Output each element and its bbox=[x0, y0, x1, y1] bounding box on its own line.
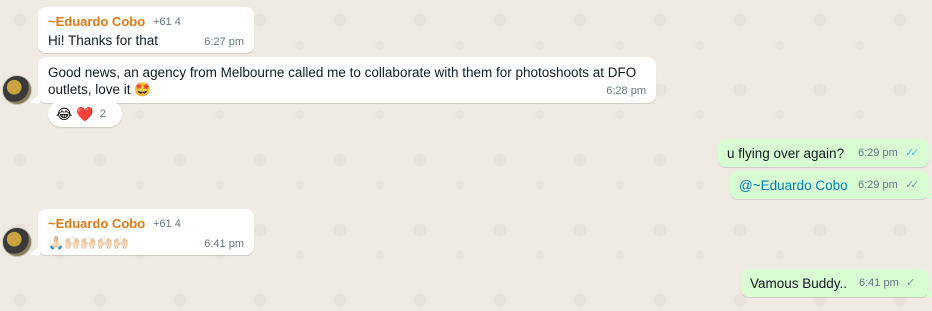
message-text: Hi! Thanks for that bbox=[48, 33, 159, 48]
outgoing-message[interactable]: @~Eduardo Cobo 6:29 pm ✓✓ bbox=[730, 171, 932, 199]
reaction-emojis: 😂 ❤️ bbox=[56, 105, 94, 122]
mention-link[interactable]: @~Eduardo Cobo bbox=[739, 176, 848, 195]
message-time: 6:41 pm bbox=[204, 238, 244, 250]
reaction-pill[interactable]: 😂 ❤️ 2 bbox=[48, 101, 122, 127]
bubble-tail bbox=[927, 189, 932, 199]
incoming-message[interactable]: Good news, an agency from Melbourne call… bbox=[30, 57, 656, 103]
message-text: u flying over again? bbox=[727, 146, 845, 161]
outgoing-message[interactable]: u flying over again? 6:29 pm ✓✓ bbox=[718, 139, 929, 167]
message-time: 6:28 pm bbox=[606, 85, 646, 97]
message-text: 🙏🏻🙌🏻🙌🏻🙌🏻🙌🏻 bbox=[48, 235, 129, 250]
message-time: 6:27 pm bbox=[204, 36, 244, 48]
incoming-message[interactable]: ~Eduardo Cobo +61 4 🙏🏻🙌🏻🙌🏻🙌🏻🙌🏻 6:41 pm bbox=[30, 209, 254, 255]
avatar[interactable] bbox=[2, 75, 32, 105]
read-ticks-icon: ✓✓ bbox=[905, 147, 920, 159]
bubble-tail bbox=[30, 93, 40, 103]
message-text: Vamous Buddy.. bbox=[750, 276, 848, 291]
avatar[interactable] bbox=[2, 227, 32, 257]
bubble-tail bbox=[30, 245, 40, 255]
bubble-tail bbox=[927, 287, 932, 297]
reaction-count: 2 bbox=[99, 108, 106, 120]
sender-name[interactable]: ~Eduardo Cobo bbox=[48, 216, 145, 231]
delivered-ticks-icon: ✓✓ bbox=[905, 179, 920, 191]
sent-tick-icon: ✓ bbox=[906, 277, 915, 289]
sender-phone: +61 4 bbox=[153, 218, 181, 230]
message-time: 6:29 pm bbox=[858, 179, 898, 191]
outgoing-message[interactable]: Vamous Buddy.. 6:41 pm ✓ bbox=[741, 269, 932, 297]
message-time: 6:29 pm bbox=[858, 147, 898, 159]
message-time: 6:41 pm bbox=[859, 277, 899, 289]
sender-name[interactable]: ~Eduardo Cobo bbox=[48, 14, 145, 29]
message-text-line2: outlets, love it 🤩 bbox=[48, 82, 152, 97]
incoming-message[interactable]: ~Eduardo Cobo +61 4 Hi! Thanks for that … bbox=[38, 7, 254, 53]
sender-phone: +61 4 bbox=[153, 16, 181, 28]
